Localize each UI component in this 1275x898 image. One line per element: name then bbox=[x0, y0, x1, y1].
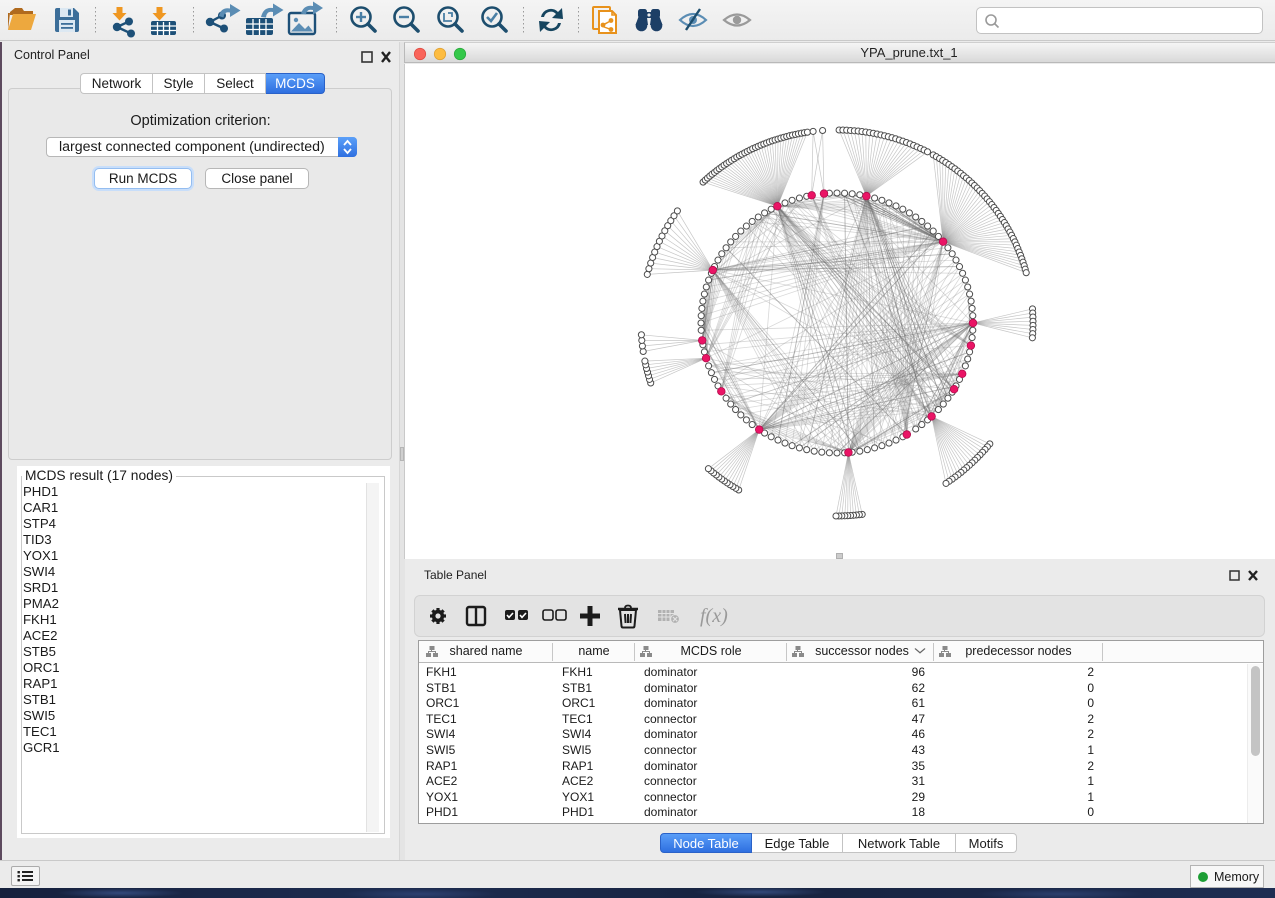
svg-text:f(x): f(x) bbox=[700, 605, 728, 627]
